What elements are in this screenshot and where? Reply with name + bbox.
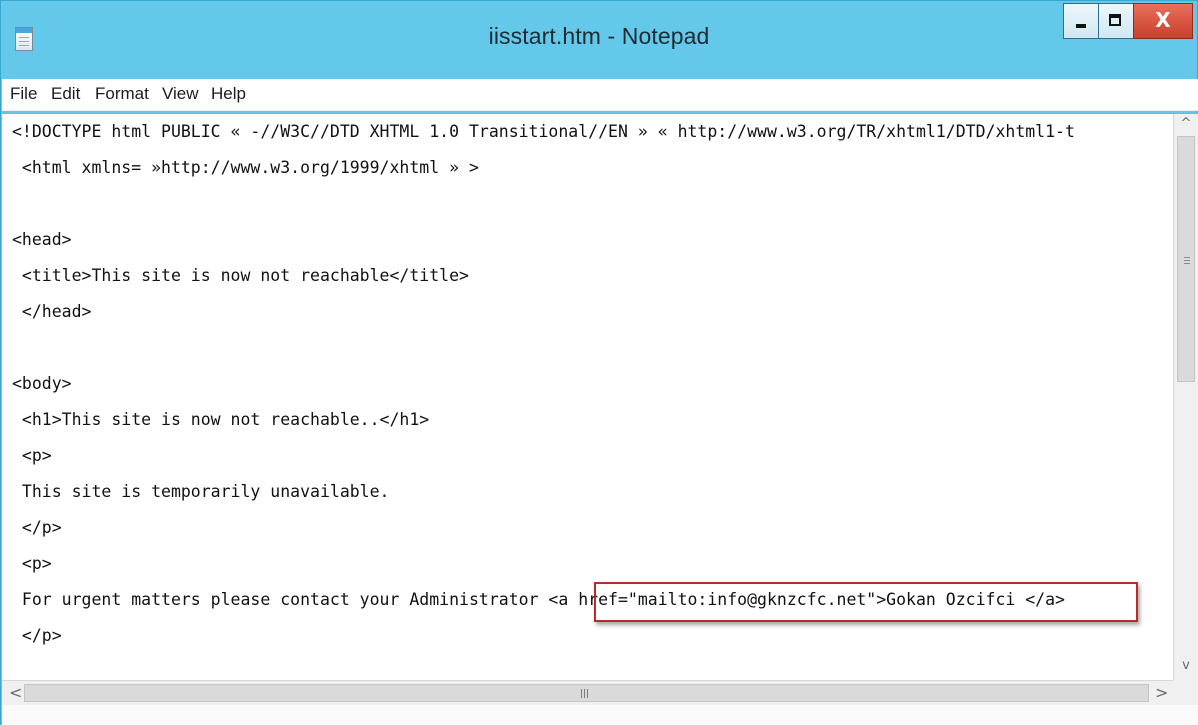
hgrip-icon <box>581 689 582 698</box>
text-line: <body> <box>12 374 72 393</box>
text-line: <p> <box>12 554 52 573</box>
horizontal-scrollbar[interactable]: < > <box>2 680 1173 705</box>
text-line: <h1>This site is now not reachable..</h1… <box>12 410 430 429</box>
scroll-left-icon[interactable]: < <box>9 683 22 702</box>
minimize-button[interactable] <box>1063 3 1099 39</box>
menu-view[interactable]: View <box>162 84 199 104</box>
menu-help[interactable]: Help <box>211 84 246 104</box>
minimize-icon <box>1076 24 1086 28</box>
notepad-window: iisstart.htm - Notepad X File Edit Forma… <box>0 0 1198 725</box>
text-line: </head> <box>12 302 92 321</box>
maximize-button[interactable] <box>1098 3 1134 39</box>
text-line: <html xmlns= »http://www.w3.org/1999/xht… <box>12 158 479 177</box>
text-line: <p> <box>12 446 52 465</box>
grip-icon <box>1184 257 1190 258</box>
text-line: <head> <box>12 230 72 249</box>
text-line: <!DOCTYPE html PUBLIC « -//W3C//DTD XHTM… <box>12 122 1075 141</box>
scroll-up-icon[interactable]: ^ <box>1174 116 1198 131</box>
horizontal-scroll-thumb[interactable] <box>24 684 1149 702</box>
editor-area: <!DOCTYPE html PUBLIC « -//W3C//DTD XHTM… <box>2 113 1198 725</box>
vertical-scrollbar[interactable]: ^ v <box>1173 114 1198 680</box>
maximize-icon <box>1109 14 1121 26</box>
text-line: </p> <box>12 626 62 645</box>
link-highlight-box <box>594 582 1138 622</box>
window-title: iisstart.htm - Notepad <box>488 23 710 49</box>
menu-edit[interactable]: Edit <box>51 84 80 104</box>
text-line: This site is temporarily unavailable. <box>12 482 390 501</box>
menu-file[interactable]: File <box>10 84 37 104</box>
scrollbar-corner <box>1173 680 1198 705</box>
scroll-down-icon[interactable]: v <box>1174 658 1198 673</box>
text-editor[interactable]: <!DOCTYPE html PUBLIC « -//W3C//DTD XHTM… <box>2 114 1173 680</box>
vertical-scroll-thumb[interactable] <box>1177 136 1195 382</box>
text-line: <title>This site is now not reachable</t… <box>12 266 469 285</box>
status-strip <box>2 705 1198 725</box>
scroll-right-icon[interactable]: > <box>1155 683 1168 702</box>
menu-bar: File Edit Format View Help <box>2 79 1198 111</box>
menu-format[interactable]: Format <box>95 84 149 104</box>
close-icon: X <box>1155 8 1171 32</box>
title-bar[interactable]: iisstart.htm - Notepad X <box>1 1 1197 79</box>
text-line: </p> <box>12 518 62 537</box>
close-button[interactable]: X <box>1133 3 1193 39</box>
